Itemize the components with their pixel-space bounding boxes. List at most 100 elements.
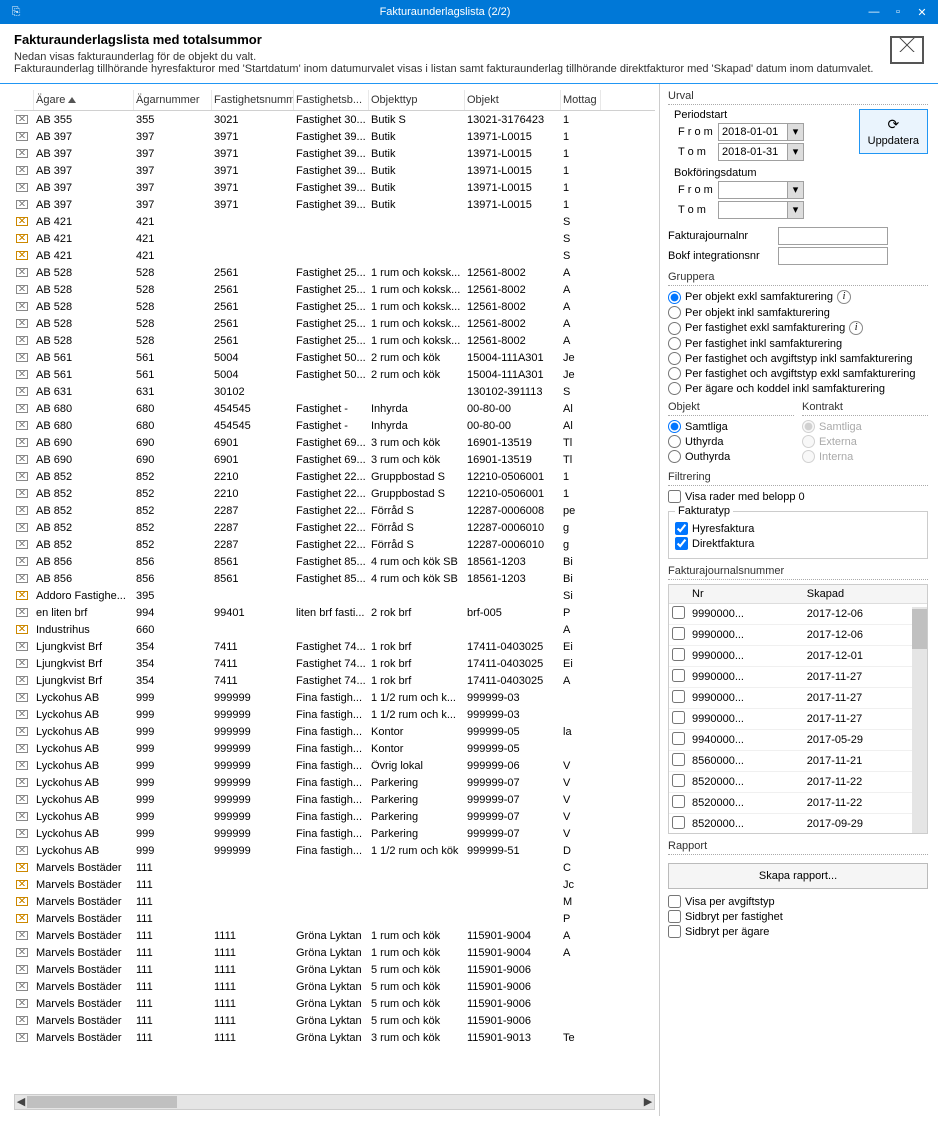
grp-radio-5[interactable] bbox=[668, 367, 681, 380]
journal-check[interactable] bbox=[672, 816, 685, 829]
col-agarnr[interactable]: Ägarnummer bbox=[134, 90, 212, 110]
journal-check[interactable] bbox=[672, 648, 685, 661]
journal-row[interactable]: 9990000...2017-11-27 bbox=[669, 688, 927, 709]
table-row[interactable]: AB 3973973971Fastighet 39...Butik13971-L… bbox=[14, 128, 655, 145]
table-row[interactable]: Marvels Bostäder1111111Gröna Lyktan5 rum… bbox=[14, 1012, 655, 1029]
dropdown-icon[interactable]: ▾ bbox=[788, 143, 804, 161]
dropdown-icon[interactable]: ▾ bbox=[788, 181, 804, 199]
grp-radio-2[interactable] bbox=[668, 322, 681, 335]
journal-check[interactable] bbox=[672, 690, 685, 703]
rapp-check-2[interactable] bbox=[668, 925, 681, 938]
journal-check[interactable] bbox=[672, 606, 685, 619]
table-row[interactable]: AB 421421S bbox=[14, 213, 655, 230]
journal-check[interactable] bbox=[672, 669, 685, 682]
journal-check[interactable] bbox=[672, 753, 685, 766]
jcol-skapad[interactable]: Skapad bbox=[804, 585, 927, 604]
table-row[interactable]: AB 8568568561Fastighet 85...4 rum och kö… bbox=[14, 570, 655, 587]
zero-check[interactable] bbox=[668, 490, 681, 503]
journal-row[interactable]: 9990000...2017-12-06 bbox=[669, 625, 927, 646]
table-row[interactable]: AB 63163130102130102-391113S bbox=[14, 383, 655, 400]
period-to-input[interactable] bbox=[718, 143, 788, 161]
table-row[interactable]: Addoro Fastighe...395Si bbox=[14, 587, 655, 604]
table-row[interactable]: Ljungkvist Brf3547411Fastighet 74...1 ro… bbox=[14, 655, 655, 672]
table-row[interactable]: Lyckohus AB999999999Fina fastigh...Parke… bbox=[14, 791, 655, 808]
scroll-right-icon[interactable]: ▶ bbox=[642, 1095, 654, 1109]
col-objekt[interactable]: Objekt bbox=[465, 90, 561, 110]
objekt-radio-1[interactable] bbox=[668, 435, 681, 448]
col-fastb[interactable]: Fastighetsb... bbox=[294, 90, 369, 110]
hyres-check[interactable] bbox=[675, 522, 688, 535]
rapp-check-1[interactable] bbox=[668, 910, 681, 923]
table-row[interactable]: AB 6906906901Fastighet 69...3 rum och kö… bbox=[14, 451, 655, 468]
table-row[interactable]: Marvels Bostäder1111111Gröna Lyktan5 rum… bbox=[14, 995, 655, 1012]
table-row[interactable]: AB 8528522210Fastighet 22...Gruppbostad … bbox=[14, 468, 655, 485]
table-row[interactable]: Marvels Bostäder1111111Gröna Lyktan1 rum… bbox=[14, 944, 655, 961]
table-row[interactable]: AB 3553553021Fastighet 30...Butik S13021… bbox=[14, 111, 655, 128]
table-row[interactable]: AB 3973973971Fastighet 39...Butik13971-L… bbox=[14, 162, 655, 179]
table-row[interactable]: Marvels Bostäder1111111Gröna Lyktan5 rum… bbox=[14, 978, 655, 995]
period-from-input[interactable] bbox=[718, 123, 788, 141]
table-row[interactable]: AB 5285282561Fastighet 25...1 rum och ko… bbox=[14, 315, 655, 332]
grp-radio-3[interactable] bbox=[668, 337, 681, 350]
grp-radio-6[interactable] bbox=[668, 382, 681, 395]
journal-list[interactable]: NrSkapad 9990000...2017-12-069990000...2… bbox=[668, 584, 928, 834]
table-row[interactable]: AB 421421S bbox=[14, 247, 655, 264]
info-icon[interactable]: i bbox=[837, 290, 851, 304]
jcol-nr[interactable]: Nr bbox=[689, 585, 804, 604]
table-row[interactable]: Lyckohus AB999999999Fina fastigh...Parke… bbox=[14, 825, 655, 842]
table-row[interactable]: AB 3973973971Fastighet 39...Butik13971-L… bbox=[14, 145, 655, 162]
info-icon[interactable]: i bbox=[849, 321, 863, 335]
table-row[interactable]: AB 5285282561Fastighet 25...1 rum och ko… bbox=[14, 264, 655, 281]
data-grid[interactable]: Ägare Ägarnummer Fastighetsnummer Fastig… bbox=[14, 90, 655, 1092]
grp-radio-4[interactable] bbox=[668, 352, 681, 365]
journal-check[interactable] bbox=[672, 711, 685, 724]
skapa-rapport-button[interactable]: Skapa rapport... bbox=[668, 863, 928, 889]
table-row[interactable]: AB 8528522287Fastighet 22...Förråd S1228… bbox=[14, 519, 655, 536]
table-row[interactable]: Marvels Bostäder1111111Gröna Lyktan3 rum… bbox=[14, 1029, 655, 1046]
table-row[interactable]: Marvels Bostäder1111111Gröna Lyktan1 rum… bbox=[14, 927, 655, 944]
table-row[interactable]: AB 680680454545Fastighet -Inhyrda00-80-0… bbox=[14, 417, 655, 434]
table-row[interactable]: AB 5615615004Fastighet 50...2 rum och kö… bbox=[14, 366, 655, 383]
dropdown-icon[interactable]: ▾ bbox=[788, 123, 804, 141]
journal-row[interactable]: 8520000...2017-09-29 bbox=[669, 814, 927, 835]
journal-row[interactable]: 9990000...2017-11-27 bbox=[669, 667, 927, 688]
table-row[interactable]: AB 8568568561Fastighet 85...4 rum och kö… bbox=[14, 553, 655, 570]
table-row[interactable]: AB 5285282561Fastighet 25...1 rum och ko… bbox=[14, 298, 655, 315]
dropdown-icon[interactable]: ▾ bbox=[788, 201, 804, 219]
table-row[interactable]: Lyckohus AB999999999Fina fastigh...1 1/2… bbox=[14, 842, 655, 859]
journal-check[interactable] bbox=[672, 732, 685, 745]
table-row[interactable]: Lyckohus AB999999999Fina fastigh...Parke… bbox=[14, 808, 655, 825]
journal-check[interactable] bbox=[672, 795, 685, 808]
direkt-check[interactable] bbox=[675, 537, 688, 550]
table-row[interactable]: AB 421421S bbox=[14, 230, 655, 247]
table-row[interactable]: Marvels Bostäder111C bbox=[14, 859, 655, 876]
bokf-input[interactable] bbox=[778, 247, 888, 265]
sysmenu-icon[interactable]: ⎘ bbox=[4, 6, 28, 19]
table-row[interactable]: Ljungkvist Brf3547411Fastighet 74...1 ro… bbox=[14, 672, 655, 689]
bok-from-input[interactable] bbox=[718, 181, 788, 199]
table-row[interactable]: en liten brf99499401liten brf fasti...2 … bbox=[14, 604, 655, 621]
col-agare[interactable]: Ägare bbox=[36, 94, 65, 106]
journal-row[interactable]: 9990000...2017-11-27 bbox=[669, 709, 927, 730]
table-row[interactable]: Lyckohus AB999999999Fina fastigh...1 1/2… bbox=[14, 706, 655, 723]
table-row[interactable]: AB 5285282561Fastighet 25...1 rum och ko… bbox=[14, 281, 655, 298]
journal-check[interactable] bbox=[672, 774, 685, 787]
close-icon[interactable]: ✕ bbox=[910, 6, 934, 19]
table-row[interactable]: Lyckohus AB999999999Fina fastigh...Konto… bbox=[14, 740, 655, 757]
journal-row[interactable]: 8520000...2017-11-22 bbox=[669, 793, 927, 814]
table-row[interactable]: Lyckohus AB999999999Fina fastigh...Parke… bbox=[14, 774, 655, 791]
journal-check[interactable] bbox=[672, 627, 685, 640]
table-row[interactable]: AB 8528522210Fastighet 22...Gruppbostad … bbox=[14, 485, 655, 502]
sort-asc-icon[interactable] bbox=[68, 97, 76, 103]
maximize-icon[interactable]: ▫ bbox=[886, 6, 910, 18]
table-row[interactable]: Lyckohus AB999999999Fina fastigh...1 1/2… bbox=[14, 689, 655, 706]
objekt-radio-0[interactable] bbox=[668, 420, 681, 433]
journal-row[interactable]: 9990000...2017-12-01 bbox=[669, 646, 927, 667]
table-row[interactable]: Industrihus660A bbox=[14, 621, 655, 638]
table-row[interactable]: Marvels Bostäder111M bbox=[14, 893, 655, 910]
fjnr-input[interactable] bbox=[778, 227, 888, 245]
table-row[interactable]: Marvels Bostäder1111111Gröna Lyktan5 rum… bbox=[14, 961, 655, 978]
envelope-icon[interactable] bbox=[890, 32, 924, 75]
table-row[interactable]: Marvels Bostäder111Jc bbox=[14, 876, 655, 893]
col-fastnr[interactable]: Fastighetsnummer bbox=[212, 90, 294, 110]
